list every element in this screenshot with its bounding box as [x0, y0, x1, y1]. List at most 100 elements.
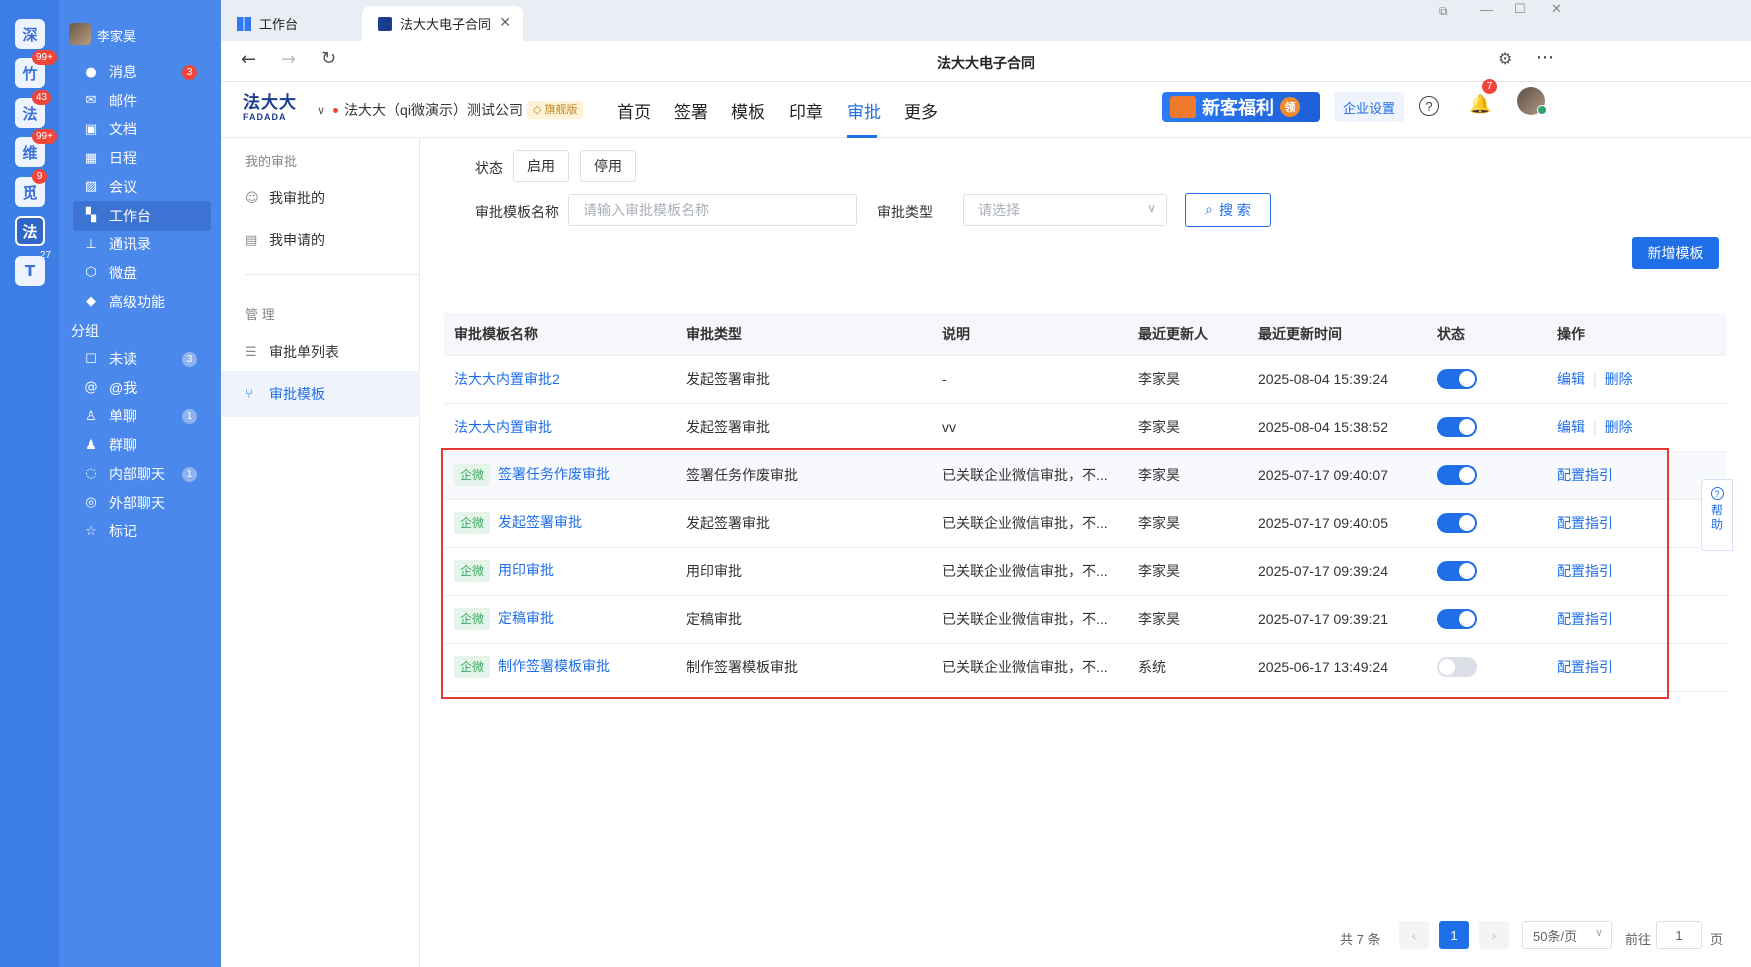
page-size-select[interactable]: 50条/页 ∨	[1522, 921, 1612, 949]
sidebar-item-label: 工作台	[109, 207, 151, 224]
cell-status	[1427, 355, 1547, 404]
close-icon[interactable]: ✕	[499, 15, 511, 31]
help-float-button[interactable]: ? 帮助	[1701, 479, 1733, 551]
status-label: 状态	[475, 160, 503, 176]
maximize-icon[interactable]: ☐	[1514, 2, 1526, 17]
close-window-icon[interactable]: ✕	[1551, 2, 1562, 17]
cell-ops: 编辑 | 删除	[1547, 355, 1726, 404]
sidebar-item[interactable]: ☆ 标记	[73, 516, 211, 546]
sidebar-item[interactable]: ⊥ 通讯录	[73, 229, 211, 259]
nav-tab[interactable]: 签署	[674, 98, 708, 123]
sidebar-item-label: 微盘	[109, 264, 137, 281]
page-suffix: 页	[1710, 932, 1724, 947]
browser-tab-fadada[interactable]: 法大大电子合同 ✕	[362, 6, 523, 41]
add-template-button[interactable]: 新增模板	[1632, 237, 1719, 269]
help-circle-icon[interactable]: ?	[1419, 96, 1439, 116]
template-name-link[interactable]: 法大大内置审批2	[454, 371, 560, 387]
premium-icon: ◆	[86, 294, 96, 310]
sidebar-item[interactable]: ♟ 群聊	[73, 430, 211, 460]
sidebar-item[interactable]: ✉ 邮件	[73, 86, 211, 116]
mail-icon: ✉	[85, 93, 97, 109]
menu-group-my-approvals: 我的审批	[245, 154, 298, 169]
chevron-down-icon: ∨	[317, 103, 326, 117]
sidebar-badge: 3	[182, 65, 197, 80]
sidebar-item[interactable]: ● 消息 3	[73, 57, 211, 87]
rail-app-icon[interactable]: 法	[15, 216, 45, 246]
prev-page-button[interactable]: ‹	[1399, 921, 1429, 949]
more-icon[interactable]: ⋯	[1536, 47, 1554, 68]
restore-icon[interactable]: ⧉	[1439, 4, 1448, 19]
op-link[interactable]: 编辑	[1557, 419, 1585, 435]
sidebar-item[interactable]: ⬡ 微盘	[73, 258, 211, 288]
sidebar-item[interactable]: @ @我	[73, 373, 211, 403]
cell-updater: 李家昊	[1128, 355, 1248, 404]
cell-name: 法大大内置审批2	[444, 355, 676, 404]
enterprise-settings-button[interactable]: 企业设置	[1334, 92, 1404, 122]
nav-tab[interactable]: 审批	[847, 98, 881, 123]
help-label: 帮助	[1709, 504, 1724, 532]
avatar[interactable]	[69, 23, 91, 45]
cell-desc: -	[932, 355, 1128, 404]
nav-tab[interactable]: 首页	[617, 98, 651, 123]
template-name-link[interactable]: 法大大内置审批	[454, 419, 552, 435]
table-row: 法大大内置审批 发起签署审批 vv 李家昊 2025-08-04 15:38:52 编辑 |…	[444, 403, 1726, 452]
disable-filter-button[interactable]: 停用	[580, 150, 636, 182]
op-link[interactable]: 编辑	[1557, 371, 1585, 387]
settings-icon[interactable]: ⚙	[1498, 49, 1512, 68]
col-header-status: 状态	[1427, 313, 1547, 356]
template-name-input[interactable]: 请输入审批模板名称	[568, 194, 857, 226]
promo-badge: 领	[1280, 97, 1300, 117]
sidebar-item[interactable]: ◆ 高级功能	[73, 287, 211, 317]
online-status-icon	[1537, 105, 1547, 115]
rail-badge: 99+	[32, 129, 57, 144]
company-switcher[interactable]: ∨ 法大大（qi微演示）测试公司 ◇ 旗舰版	[317, 100, 584, 120]
bell-icon[interactable]: 🔔	[1469, 94, 1491, 115]
nav-tab[interactable]: 印章	[789, 98, 823, 123]
address-bar: ← → ↻ 法大大电子合同 ⚙ ⋯	[221, 41, 1751, 82]
sidebar-item[interactable]: ◎ 外部聊天	[73, 488, 211, 518]
cell-updater: 李家昊	[1128, 403, 1248, 452]
op-link[interactable]: 删除	[1605, 419, 1633, 435]
sidebar-item[interactable]: ▦ 日程	[73, 143, 211, 173]
highlight-box	[441, 448, 1669, 699]
enable-filter-button[interactable]: 启用	[513, 150, 569, 182]
chevron-down-icon: ∨	[1147, 201, 1156, 215]
rail-app-icon[interactable]: 深	[15, 19, 45, 49]
sidebar-item-label: @我	[109, 379, 138, 396]
fadada-logo[interactable]: 法大大 FADADA	[243, 94, 297, 122]
status-toggle[interactable]	[1437, 417, 1477, 437]
menu-item-label: 我申请的	[269, 232, 325, 248]
menu-item-my-requests[interactable]: ▤ 我申请的	[221, 217, 420, 263]
goto-page-input[interactable]: 1	[1656, 921, 1702, 949]
menu-item-approved-by-me[interactable]: ☺ 我审批的	[221, 175, 420, 221]
menu-divider	[245, 274, 420, 275]
sidebar-item[interactable]: ▨ 会议	[73, 172, 211, 202]
menu-item-approval-list[interactable]: ☰ 审批单列表	[221, 329, 420, 375]
nav-tab[interactable]: 更多	[904, 98, 938, 123]
document-icon: ▣	[84, 121, 98, 137]
sidebar-item[interactable]: ☐ 未读 3	[73, 344, 211, 374]
op-link[interactable]: 删除	[1605, 371, 1633, 387]
minimize-icon[interactable]: —	[1480, 2, 1493, 17]
page-1-button[interactable]: 1	[1439, 921, 1469, 949]
status-dot-icon	[333, 107, 339, 113]
sidebar-item[interactable]: ♙ 单聊 1	[73, 401, 211, 431]
cell-ops: 编辑 | 删除	[1547, 403, 1726, 452]
sidebar-item[interactable]: ▣ 文档	[73, 114, 211, 144]
sidebar-item[interactable]: ◌ 内部聊天 1	[73, 459, 211, 489]
status-toggle[interactable]	[1437, 369, 1477, 389]
meeting-icon: ▨	[84, 179, 98, 195]
promo-banner[interactable]: 新客福利 领	[1162, 92, 1320, 122]
browser-tab-workbench[interactable]: 工作台	[221, 6, 361, 41]
search-button[interactable]: ⌕ 搜 索	[1185, 193, 1271, 227]
rail-badge: 27	[40, 250, 52, 261]
sidebar-item[interactable]: ▚ 工作台	[73, 200, 211, 231]
next-page-button[interactable]: ›	[1479, 921, 1509, 949]
approval-type-select[interactable]: 请选择 ∨	[963, 194, 1167, 226]
sidebar-item-label: 通讯录	[109, 236, 151, 253]
col-header-ops: 操作	[1547, 313, 1726, 356]
menu-item-approval-templates[interactable]: ⑂ 审批模板	[221, 371, 420, 417]
tab-label: 工作台	[259, 17, 299, 32]
main-content: 状态 启用 停用 审批模板名称 请输入审批模板名称 审批类型 请选择 ∨ ⌕ 搜…	[420, 138, 1751, 967]
nav-tab[interactable]: 模板	[731, 98, 765, 123]
